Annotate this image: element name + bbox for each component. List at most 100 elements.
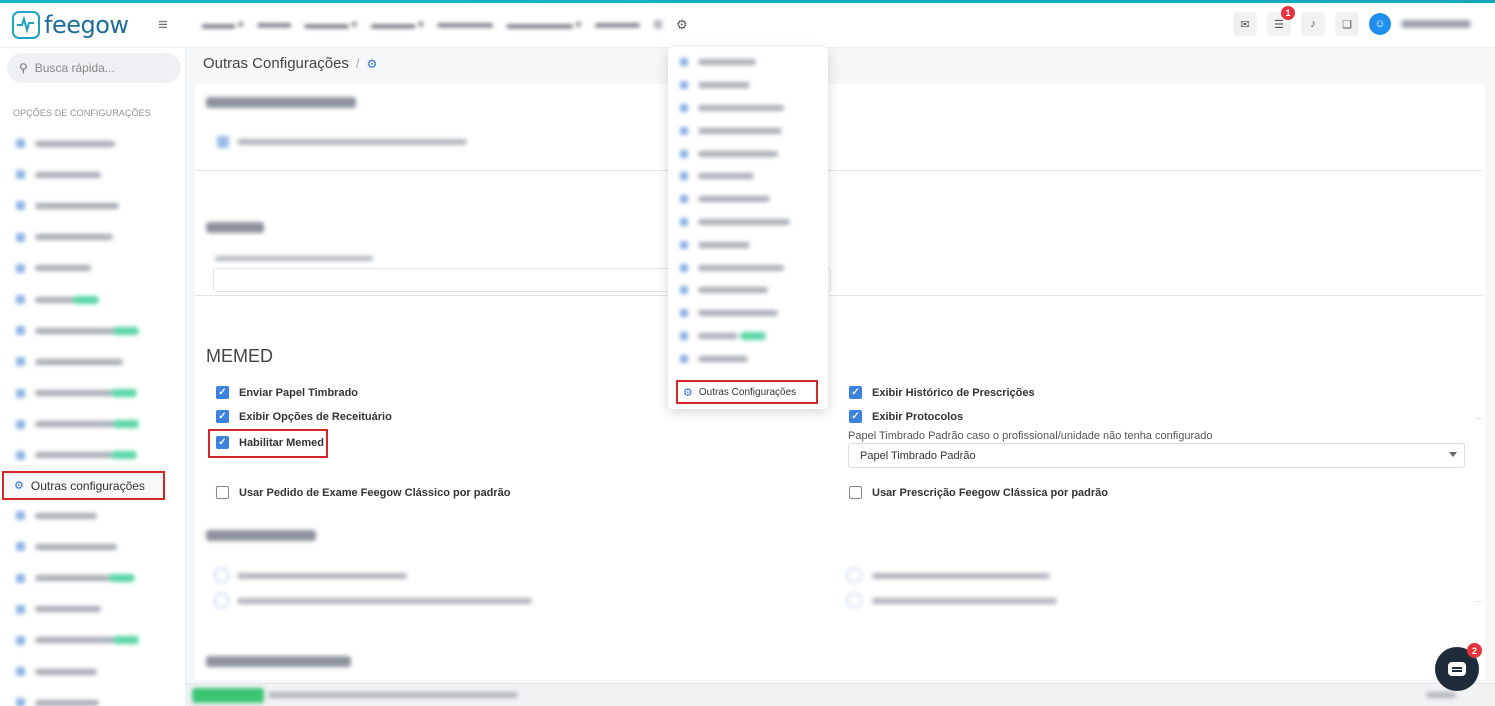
menu-item-icon <box>16 667 25 677</box>
section-heading <box>206 222 264 233</box>
dropdown-item[interactable] <box>668 165 828 188</box>
menu-item-icon <box>16 388 25 398</box>
nav-item[interactable]: ▬▬▬▬ <box>595 18 639 31</box>
sidebar-item[interactable] <box>0 128 186 159</box>
nav-item[interactable]: ▬▬▬▬▬ <box>438 18 493 31</box>
sidebar-item[interactable] <box>0 222 186 253</box>
usar-prescricao-classica-checkbox[interactable]: Usar Prescrição Feegow Clássica por padr… <box>849 486 1108 499</box>
dropdown-item-outras-configuracoes[interactable]: ⚙ Outras Configurações <box>676 380 818 404</box>
list-icon: ☰ <box>1274 18 1284 31</box>
sidebar-item[interactable] <box>0 346 186 377</box>
logo[interactable]: feegow <box>12 11 129 39</box>
nav-item[interactable]: ▬▬▬ <box>258 18 291 31</box>
usar-pedido-exame-checkbox[interactable]: Usar Pedido de Exame Feegow Clássico por… <box>216 486 510 499</box>
dropdown-item[interactable] <box>668 279 828 302</box>
memed-heading: MEMED <box>206 346 273 366</box>
sidebar-item[interactable] <box>0 531 186 562</box>
checkbox-empty-icon <box>216 486 229 499</box>
menu-item-icon <box>680 149 688 158</box>
topbar-actions: ✉ ☰ 1 ♪ ❏ ☺ <box>1233 6 1471 36</box>
dropdown-item[interactable] <box>668 347 828 370</box>
sidebar-item[interactable] <box>0 440 186 471</box>
dropdown-item-label <box>698 196 770 203</box>
sidebar-item[interactable] <box>0 656 186 687</box>
footer-bar <box>186 683 1495 706</box>
chat-icon: ❏ <box>1342 18 1352 31</box>
option-label <box>237 139 467 145</box>
chat-launcher-button[interactable]: 2 <box>1435 643 1482 691</box>
sidebar-item[interactable] <box>0 594 186 625</box>
dropdown-item[interactable] <box>668 97 828 120</box>
papel-timbrado-select[interactable]: Papel Timbrado Padrão <box>848 443 1465 468</box>
enviar-papel-timbrado-checkbox[interactable]: ✓ Enviar Papel Timbrado <box>216 386 358 399</box>
dropdown-item[interactable] <box>668 142 828 165</box>
nav-item[interactable]: ▬▬▬▬▬▬ ▾ <box>507 18 582 31</box>
user-name[interactable] <box>1401 20 1471 28</box>
sidebar-item-outras-configuracoes[interactable]: ⚙ Outras configurações <box>2 471 165 501</box>
dropdown-item[interactable] <box>668 325 828 348</box>
radio-icon[interactable] <box>214 593 229 608</box>
sidebar-item-label <box>35 265 91 272</box>
exibir-historico-prescricoes-checkbox[interactable]: ✓ Exibir Histórico de Prescrições <box>849 386 1035 399</box>
dropdown-item-label <box>698 218 790 225</box>
sidebar-item[interactable] <box>0 625 186 656</box>
dropdown-item-label: Outras Configurações <box>698 386 797 398</box>
sidebar-item-label <box>35 234 113 241</box>
dropdown-item-label <box>698 332 738 339</box>
radio-icon[interactable] <box>847 568 862 583</box>
sidebar-item[interactable] <box>0 409 186 440</box>
dropdown-item[interactable] <box>668 119 828 142</box>
menu-item-icon <box>16 263 25 273</box>
dropdown-item[interactable] <box>668 51 828 74</box>
menu-item-icon <box>680 195 688 204</box>
menu-toggle-icon[interactable]: ≡ <box>158 15 168 35</box>
exibir-protocolos-checkbox[interactable]: ✓ Exibir Protocolos <box>849 410 963 423</box>
status-button[interactable] <box>192 688 264 703</box>
menu-item-icon <box>680 286 688 295</box>
menu-item-icon <box>16 604 25 614</box>
nav-item[interactable]: ⊞ <box>653 18 662 31</box>
nav-item[interactable]: ▬▬▬▬ ▾ <box>371 18 424 31</box>
footer-version <box>1426 692 1456 698</box>
menu-item-icon <box>16 450 25 460</box>
search-input[interactable]: ⚲ Busca rápida... <box>7 53 181 83</box>
sidebar-item[interactable] <box>0 284 186 315</box>
sidebar-item[interactable] <box>0 500 186 531</box>
nav-item[interactable]: ▬▬▬▬ ▾ <box>305 18 358 31</box>
dropdown-item-label <box>698 127 782 134</box>
inbox-button[interactable]: ✉ <box>1233 12 1257 36</box>
dropdown-item[interactable] <box>668 211 828 234</box>
sidebar-item[interactable] <box>0 378 186 409</box>
nav-item[interactable]: ▬▬▬ ▾ <box>202 18 244 31</box>
top-navigation: ▬▬▬ ▾ ▬▬▬ ▬▬▬▬ ▾ ▬▬▬▬ ▾ ▬▬▬▬▬ ▬▬▬▬▬▬ ▾ ▬… <box>202 18 663 31</box>
sidebar-item[interactable] <box>0 562 186 593</box>
footer-links[interactable] <box>268 692 518 698</box>
sidebar-item[interactable] <box>0 159 186 190</box>
radio-icon[interactable] <box>847 593 862 608</box>
checkbox-icon[interactable] <box>217 136 229 148</box>
dropdown-item[interactable] <box>668 302 828 325</box>
sidebar-item-label: Outras configurações <box>30 478 145 493</box>
dropdown-item[interactable] <box>668 256 828 279</box>
sidebar-item-label <box>35 327 117 334</box>
menu-item-icon <box>16 573 25 583</box>
radio-icon[interactable] <box>214 568 229 583</box>
exibir-opcoes-receituario-checkbox[interactable]: ✓ Exibir Opções de Receituário <box>216 410 392 423</box>
dropdown-item-label <box>698 150 778 157</box>
dropdown-item[interactable] <box>668 74 828 97</box>
messages-button[interactable]: ❏ <box>1335 12 1359 36</box>
new-badge <box>113 636 139 645</box>
user-icon[interactable]: ☺ <box>1369 13 1391 35</box>
dropdown-item-label <box>698 173 754 180</box>
menu-item-icon <box>680 309 688 318</box>
dropdown-item[interactable] <box>668 233 828 256</box>
sidebar-item[interactable] <box>0 190 186 221</box>
section-heading <box>206 530 316 541</box>
sidebar-item[interactable] <box>0 253 186 284</box>
tasks-button[interactable]: ☰ 1 <box>1267 6 1295 36</box>
gear-icon[interactable]: ⚙ <box>676 17 688 33</box>
dropdown-item[interactable] <box>668 188 828 211</box>
sidebar-item[interactable] <box>0 315 186 346</box>
notifications-button[interactable]: ♪ <box>1301 12 1325 36</box>
sidebar-item[interactable] <box>0 687 186 706</box>
